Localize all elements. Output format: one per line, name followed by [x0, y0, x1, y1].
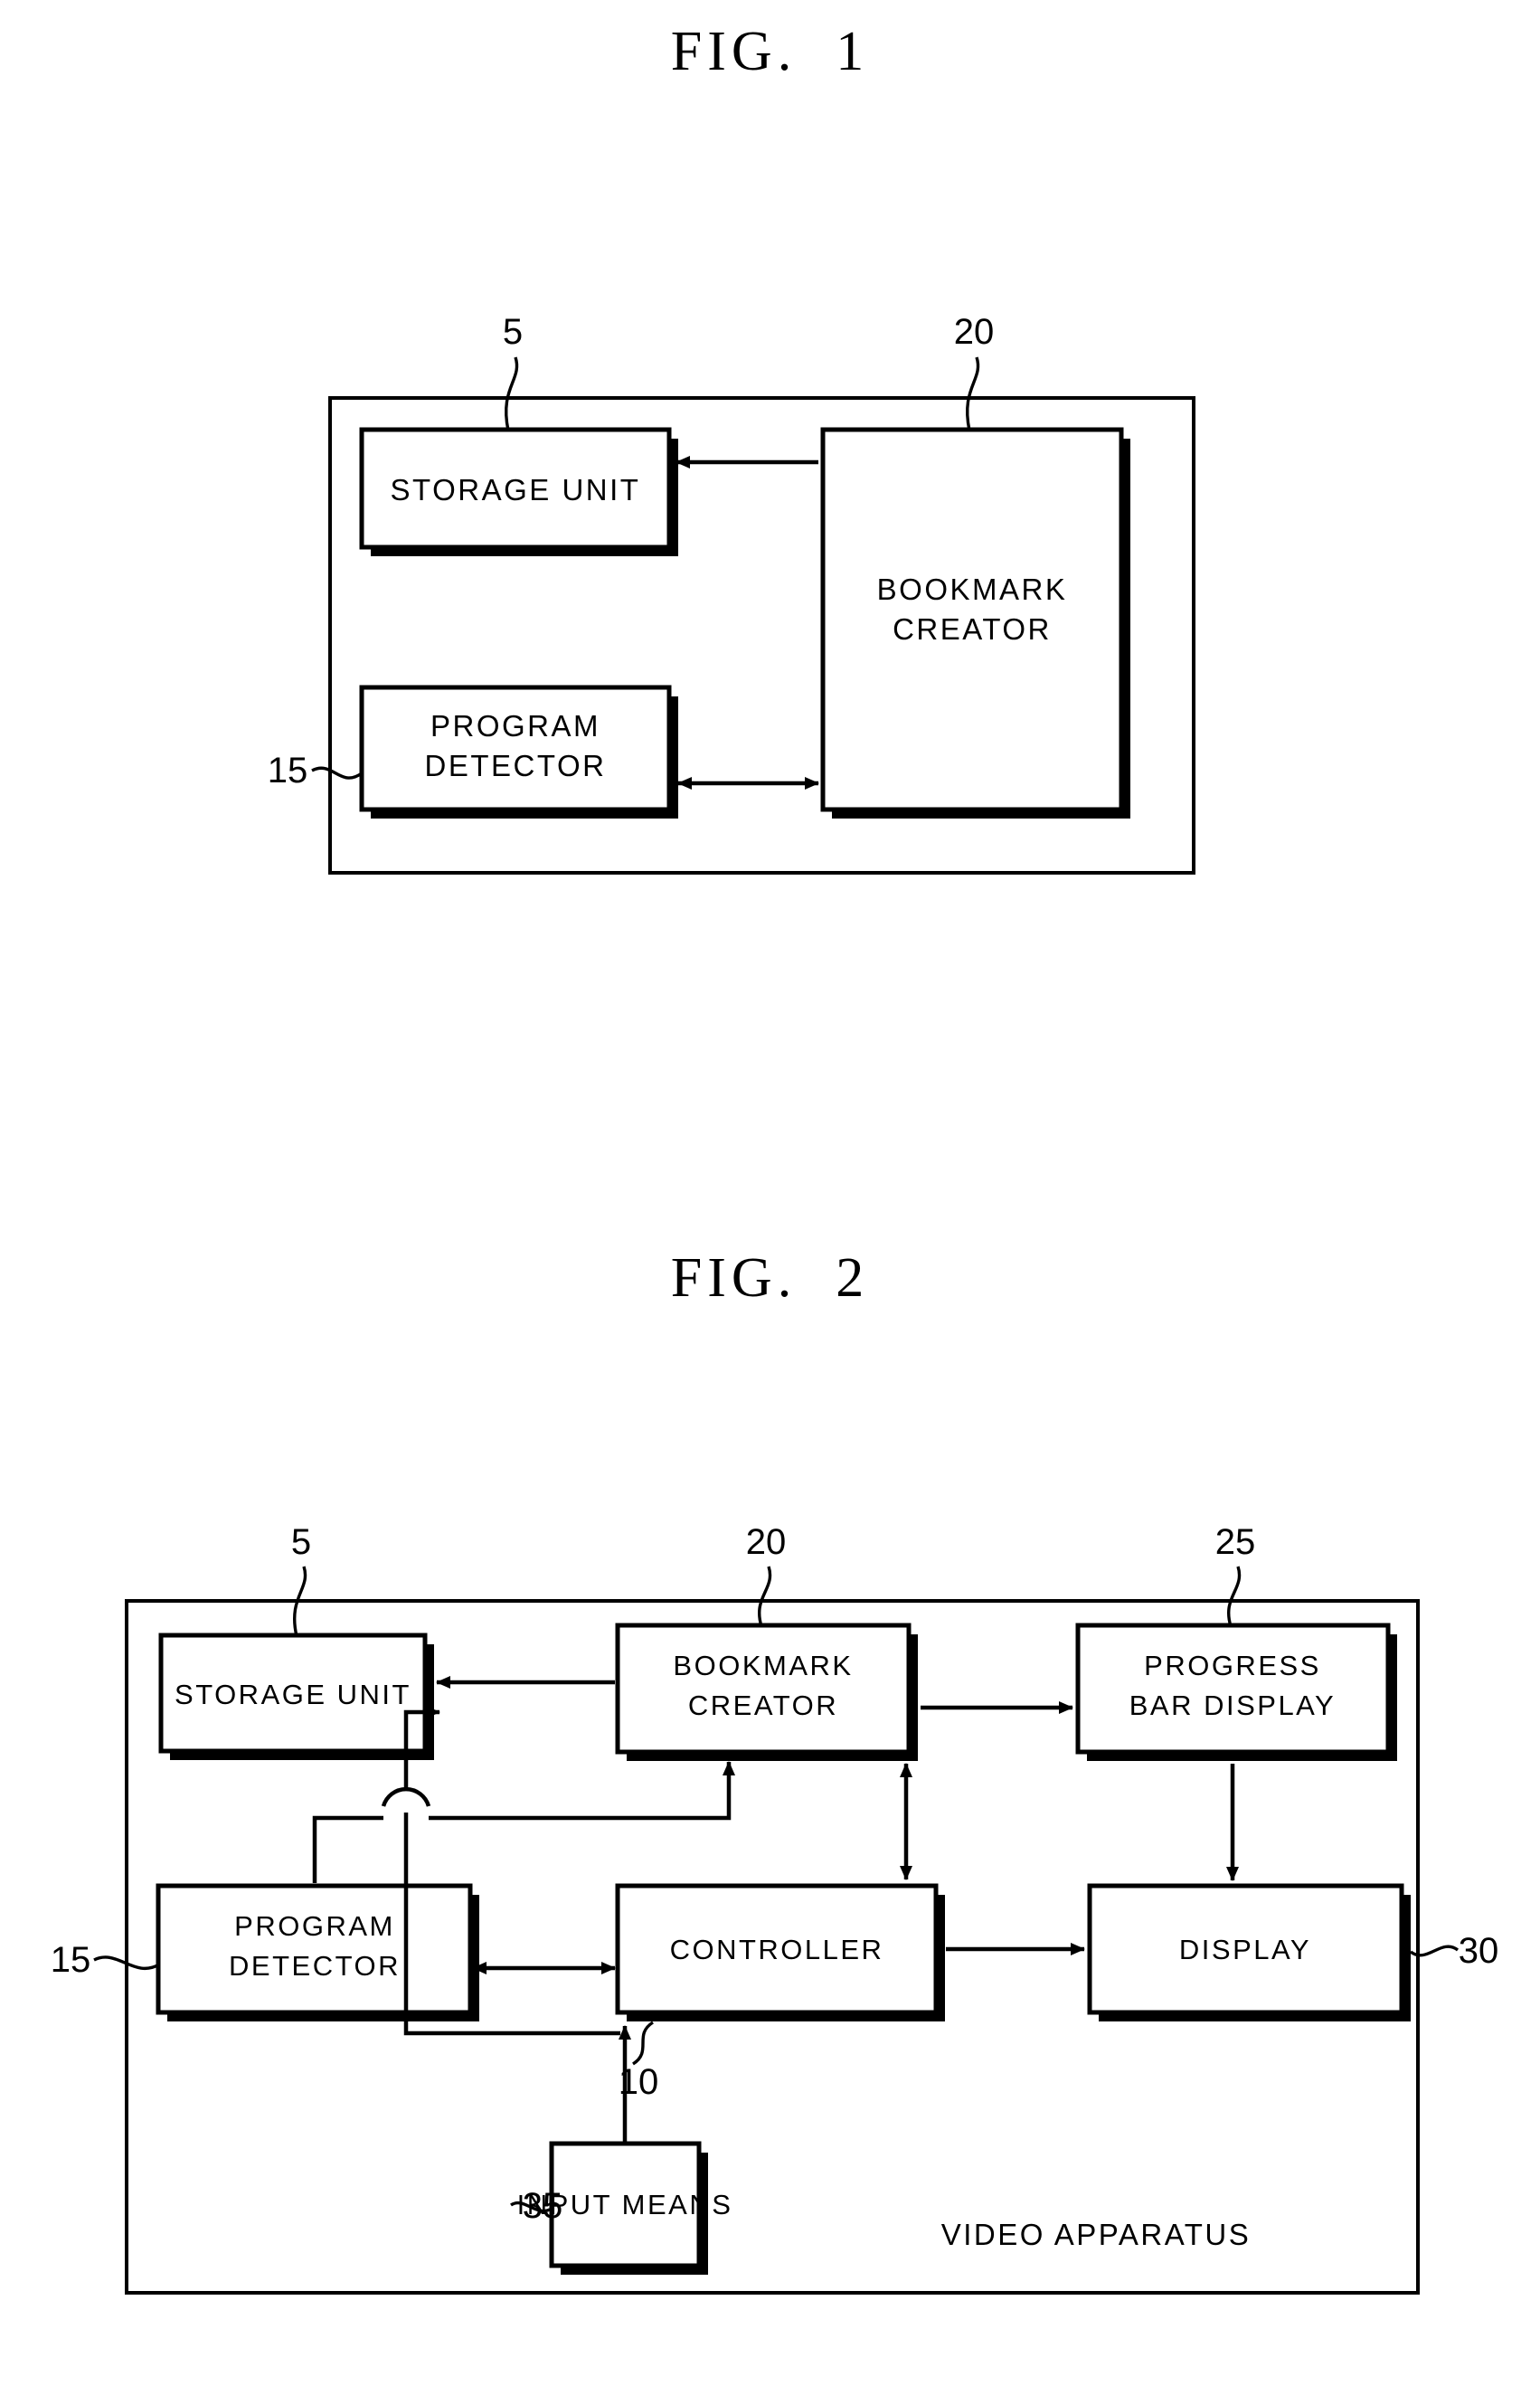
fig2-leader-20 [758, 1566, 772, 1627]
fig2-video-apparatus-label: VIDEO APPARATUS [941, 2218, 1252, 2251]
fig2-progress-bar-display-label-1: PROGRESS [1144, 1650, 1321, 1681]
fig2-ref-30: 30 [1459, 1931, 1499, 1971]
fig2-block-display: DISPLAY [1087, 1883, 1411, 2021]
fig2-block-program-detector: PROGRAM DETECTOR [156, 1883, 479, 2021]
fig2-ref-20: 20 [746, 1522, 787, 1562]
fig2-block-bookmark-creator: BOOKMARK CREATOR [615, 1623, 918, 1761]
fig2-block-storage-unit: STORAGE UNIT [158, 1633, 434, 1760]
fig2-block-controller: CONTROLLER [615, 1883, 945, 2021]
fig2-bookmark-creator-label-2: CREATOR [688, 1690, 838, 1721]
fig2-program-detector-label-2: DETECTOR [229, 1950, 401, 1982]
fig2-storage-unit-label: STORAGE UNIT [175, 1679, 411, 1710]
figure-2: VIDEO APPARATUS STORAGE UNIT 5 BOOKMARK … [0, 0, 1540, 2395]
figure-2-canvas: VIDEO APPARATUS STORAGE UNIT 5 BOOKMARK … [51, 1522, 1499, 2295]
fig2-leader-25 [1227, 1566, 1242, 1627]
patent-drawing-sheet: FIG. 1 STORAGE UNIT 5 PROGRAM DETECTOR 1… [0, 0, 1540, 2395]
fig2-ref-5: 5 [291, 1522, 311, 1562]
fig2-ref-15: 15 [51, 1940, 91, 1980]
fig2-controller-label: CONTROLLER [670, 1934, 884, 1965]
fig2-display-label: DISPLAY [1179, 1934, 1311, 1965]
fig2-leader-10 [631, 2021, 655, 2066]
fig2-wire-detector-to-creator-a [312, 1815, 383, 1883]
fig2-wire-hop [381, 1786, 431, 1807]
fig2-block-progress-bar-display: PROGRESS BAR DISPLAY [1075, 1623, 1397, 1761]
fig2-wire-detector-to-creator-b [429, 1761, 735, 1821]
fig2-program-detector-label-1: PROGRAM [234, 1910, 395, 1942]
fig2-bookmark-creator-label-1: BOOKMARK [673, 1650, 853, 1681]
fig2-ref-25: 25 [1215, 1522, 1256, 1562]
fig2-progress-bar-display-label-2: BAR DISPLAY [1129, 1690, 1337, 1721]
